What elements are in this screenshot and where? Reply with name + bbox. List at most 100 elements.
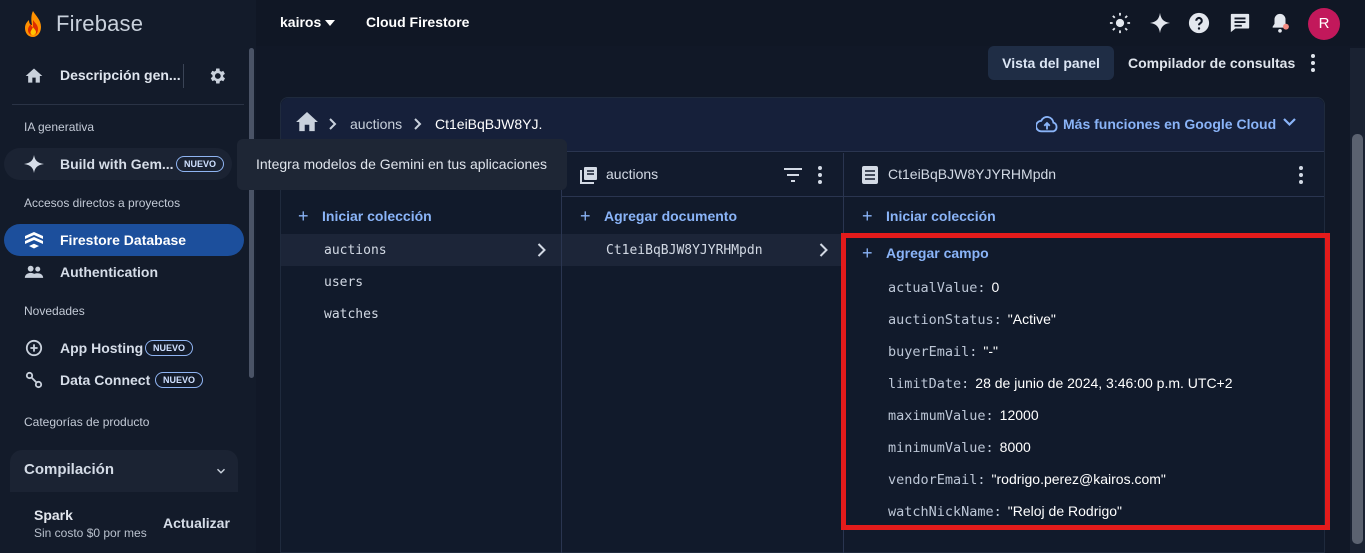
more-options-icon[interactable] [1297,166,1305,184]
query-builder-button[interactable]: Compilador de consultas [1128,55,1295,71]
notifications-bell-icon[interactable] [1269,12,1291,34]
field-value: 12000 [999,407,1039,423]
category-label: Compilación [24,461,115,478]
sidebar-item-label: Data Connect [60,372,151,388]
document-field[interactable]: minimumValue: 8000 [888,439,1031,456]
gemini-sparkle-icon[interactable] [1149,12,1171,34]
gear-icon[interactable] [207,66,227,86]
tooltip-text: Integra modelos de Gemini en tus aplicac… [256,156,548,172]
field-key: auctionStatus: [888,312,1002,328]
add-document-label: Agregar documento [604,208,738,224]
sidebar-item-label: Firestore Database [60,232,187,248]
firestore-icon [25,232,43,249]
document-header: Ct1eiBqBJW8YJYRHMpdn [844,153,1324,197]
section-news: Novedades [24,304,85,318]
chevron-right-icon [819,243,828,257]
plus-icon: + [862,206,873,226]
field-value: "-" [983,343,999,359]
column-divider [561,153,562,553]
start-collection-label: Iniciar colección [322,208,432,224]
breadcrumb-item[interactable]: auctions [350,116,402,132]
sidebar-item-gemini[interactable]: Build with Gem... NUEVO [4,148,232,180]
new-badge: NUEVO [145,340,194,356]
document-field[interactable]: maximumValue: 12000 [888,407,1039,424]
chevron-right-icon [537,243,546,257]
document-icon [862,166,878,184]
breadcrumb-item[interactable]: Ct1eiBqBJW8YJ. [435,116,542,132]
cloud-icon [1036,116,1058,133]
field-value: "Reloj de Rodrigo" [1007,503,1123,519]
document-field[interactable]: auctionStatus: "Active" [888,311,1056,328]
add-field-label: Agregar campo [886,245,989,261]
sidebar-item-data-connect[interactable]: Data Connect NUEVO [4,364,244,396]
field-value: 0 [991,279,1000,295]
field-key: watchNickName: [888,504,1002,520]
chevron-right-icon [414,118,422,130]
sidebar-item-label: App Hosting [60,340,144,356]
sidebar-item-firestore[interactable]: Firestore Database [4,224,244,256]
data-connect-icon [25,371,43,389]
plus-icon: + [580,206,591,226]
more-options-icon[interactable] [816,166,824,184]
project-overview[interactable]: Descripción gen... [0,56,244,96]
feedback-icon[interactable] [1229,12,1251,34]
plus-icon: + [298,206,309,226]
user-avatar[interactable]: R [1308,8,1340,40]
sidebar: Firebase Descripción gen... IA generativ… [0,0,256,553]
field-value: "rodrigo.perez@kairos.com" [991,471,1166,487]
firebase-brand[interactable]: Firebase [22,8,143,40]
start-collection-label: Iniciar colección [886,208,996,224]
home-icon [25,68,43,83]
upgrade-button[interactable]: Actualizar [163,515,230,531]
field-value: "Active" [1007,311,1056,327]
list-item[interactable]: users [281,266,561,298]
chevron-down-icon[interactable] [1283,118,1296,127]
collection-name: auctions [324,243,387,258]
help-icon[interactable] [1188,12,1210,34]
document-field[interactable]: actualValue: 0 [888,279,999,296]
field-key: buyerEmail: [888,344,978,360]
document-field[interactable]: buyerEmail: "-" [888,343,998,360]
collection-name: watches [324,307,379,322]
field-key: limitDate: [888,376,970,392]
divider [183,64,184,88]
field-key: minimumValue: [888,440,994,456]
app-hosting-icon [25,339,43,357]
section-ai: IA generativa [24,120,95,134]
collection-icon [580,167,597,184]
sidebar-item-authentication[interactable]: Authentication [4,256,244,288]
plan-description: Sin costo $0 por mes [34,526,147,540]
document-field[interactable]: vendorEmail: "rodrigo.perez@kairos.com" [888,471,1166,488]
caret-down-icon[interactable] [325,20,335,26]
document-field[interactable]: watchNickName: "Reloj de Rodrigo" [888,503,1122,520]
sidebar-item-app-hosting[interactable]: App Hosting NUEVO [4,332,244,364]
theme-sun-icon[interactable] [1109,12,1131,34]
product-title: Cloud Firestore [366,14,470,30]
google-cloud-link[interactable]: Más funciones en Google Cloud [1036,115,1276,133]
list-item[interactable]: watches [281,298,561,330]
main-scrollbar[interactable] [1350,48,1365,553]
field-key: maximumValue: [888,408,994,424]
document-id: Ct1eiBqBJW8YJYRHMpdn [606,243,763,258]
document-field[interactable]: limitDate: 28 de junio de 2024, 3:46:00 p… [888,375,1233,392]
collection-title: auctions [606,166,659,182]
section-shortcuts: Accesos directos a proyectos [24,196,181,210]
filter-icon[interactable] [784,168,802,182]
sparkle-icon [24,155,44,173]
build-category[interactable]: Compilación [10,450,238,492]
home-icon[interactable] [296,112,318,132]
scrollbar-thumb[interactable] [1352,134,1363,544]
plus-icon: + [862,243,873,263]
new-badge: NUEVO [176,156,225,172]
more-options-icon[interactable] [1305,54,1321,72]
list-item[interactable]: auctions [281,234,561,266]
chevron-down-icon [216,468,226,474]
sidebar-scrollbar[interactable] [249,48,254,378]
overview-label: Descripción gen... [60,67,181,83]
collection-header: auctions [562,153,843,197]
panel-view-button[interactable]: Vista del panel [988,46,1114,80]
google-cloud-label: Más funciones en Google Cloud [1063,116,1277,132]
list-item[interactable]: Ct1eiBqBJW8YJYRHMpdn [562,234,843,266]
gemini-tooltip: Integra modelos de Gemini en tus aplicac… [237,139,567,190]
project-selector[interactable]: kairos [280,14,321,30]
